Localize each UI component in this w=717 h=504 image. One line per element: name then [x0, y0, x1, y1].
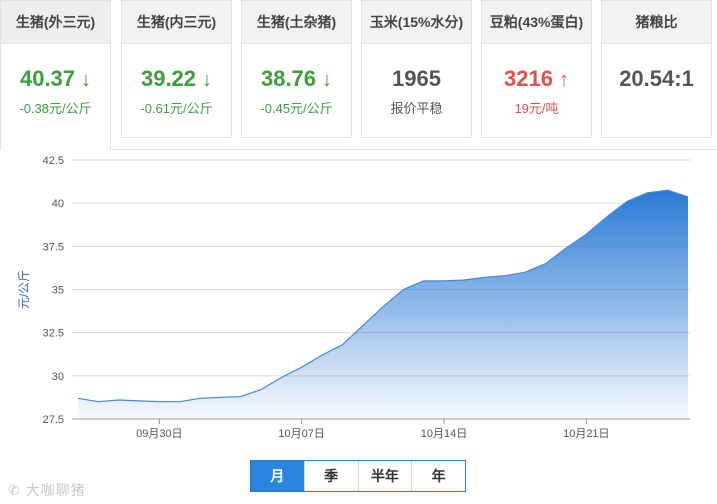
y-tick-label: 37.5: [43, 241, 64, 253]
y-tick-label: 40: [52, 198, 64, 210]
y-tick-label: 27.5: [43, 414, 64, 426]
y-tick-label: 32.5: [43, 328, 64, 340]
tab-month[interactable]: 月: [251, 461, 305, 491]
y-tick-label: 42.5: [43, 155, 64, 167]
x-tick-label: 10月14日: [421, 428, 467, 440]
y-axis-label: 元/公斤: [17, 270, 31, 309]
x-tick-label: 09月30日: [136, 428, 182, 440]
x-tick-label: 10月07日: [278, 428, 324, 440]
watermark-text: 大咖聊猪: [25, 482, 86, 498]
tab-half-year[interactable]: 半年: [358, 461, 413, 491]
price-chart: 27.5 30 32.5 35 37.5 40 42.5 元/公斤 09月30日 10月07日 10…: [17, 155, 690, 440]
x-tick-label: 10月21日: [563, 428, 609, 440]
series-area: [78, 190, 688, 419]
tab-quarter[interactable]: 季: [304, 461, 359, 491]
watermark: ✆ 大咖聊猪: [8, 480, 86, 500]
tab-year[interactable]: 年: [412, 461, 465, 491]
period-tabs: 月季半年年: [250, 460, 466, 492]
y-tick-label: 30: [52, 371, 64, 383]
watermark-icon: ✆: [8, 482, 21, 498]
y-tick-label: 35: [52, 285, 64, 297]
